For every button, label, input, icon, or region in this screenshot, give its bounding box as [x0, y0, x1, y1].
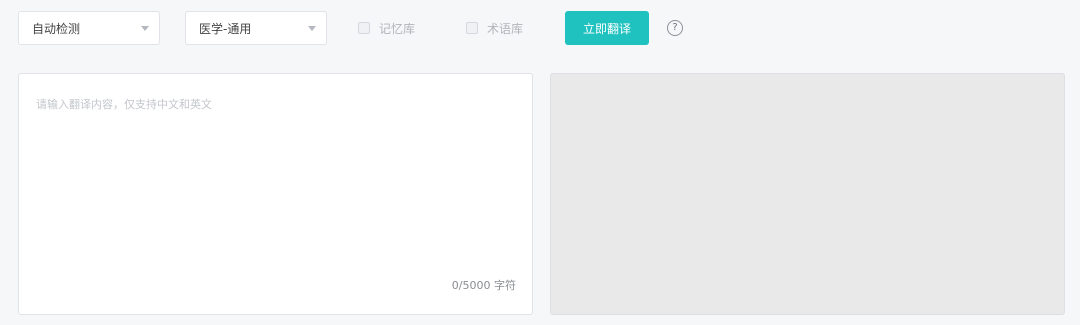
source-panel: 0/5000 字符 [18, 73, 533, 315]
term-checkbox-box[interactable] [466, 22, 478, 34]
char-count: 0/5000 字符 [451, 279, 516, 292]
source-language-select[interactable]: 自动检测 [18, 11, 160, 45]
domain-select[interactable]: 医学-通用 [185, 11, 327, 45]
source-language-value: 自动检测 [32, 21, 81, 36]
memory-checkbox-box[interactable] [358, 22, 370, 34]
translate-button[interactable]: 立即翻译 [565, 11, 649, 45]
domain-value: 医学-通用 [199, 21, 252, 36]
translation-page: 自动检测 医学-通用 记忆库 术语库 立即翻译 ? 0/5000 字符 [0, 0, 1080, 325]
memory-checkbox[interactable]: 记忆库 [358, 20, 415, 36]
term-checkbox-label: 术语库 [487, 21, 524, 36]
target-panel [550, 73, 1065, 315]
caret-down-icon [141, 26, 149, 31]
memory-checkbox-label: 记忆库 [379, 21, 416, 36]
term-checkbox[interactable]: 术语库 [466, 20, 523, 36]
caret-down-icon [308, 26, 316, 31]
question-circle-icon[interactable]: ? [667, 20, 683, 36]
